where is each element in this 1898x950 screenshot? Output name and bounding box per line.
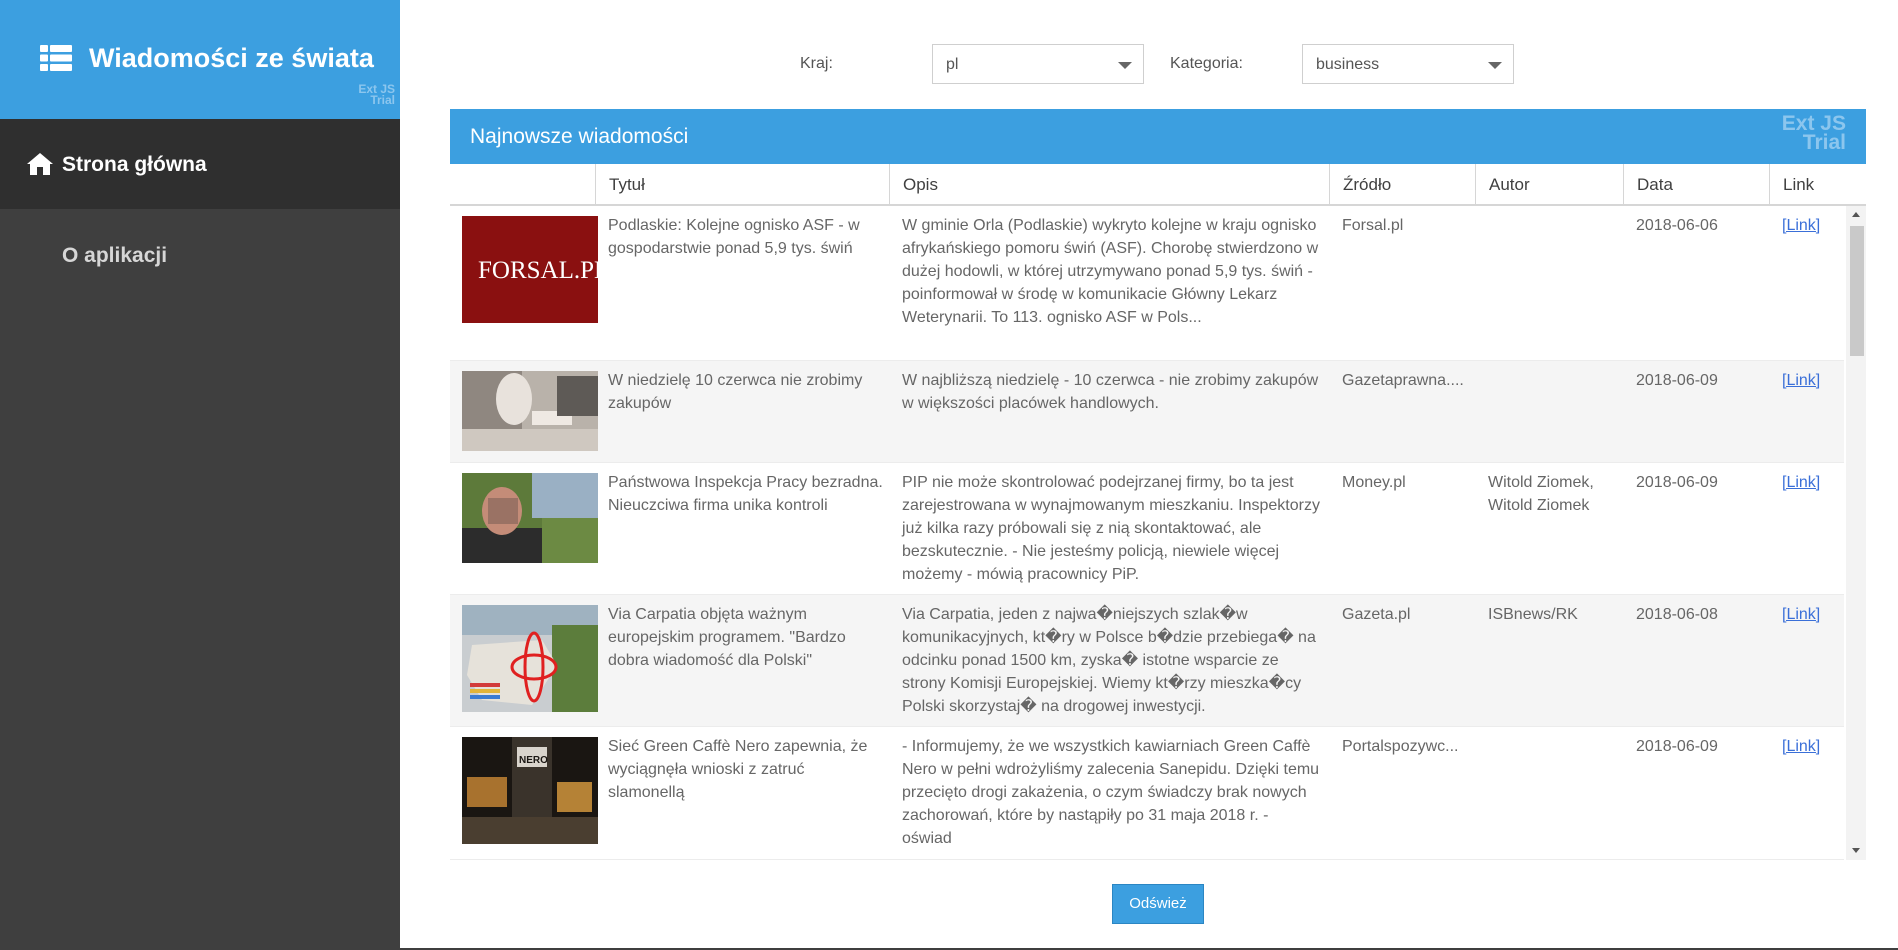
grid-title: Najnowsze wiadomości	[470, 125, 689, 148]
country-select-value: pl	[946, 56, 959, 73]
article-link[interactable]: [Link]	[1782, 603, 1820, 626]
article-description: PIP nie może skontrolować podejrzanej fi…	[902, 474, 1320, 583]
column-header-date[interactable]: Data	[1624, 164, 1770, 204]
column-header-description[interactable]: Opis	[890, 164, 1330, 204]
list-icon	[40, 45, 72, 71]
news-grid: Najnowsze wiadomości Ext JS Trial Tytuł …	[450, 109, 1866, 860]
home-icon	[27, 153, 53, 175]
column-header-title[interactable]: Tytuł	[596, 164, 890, 204]
chevron-down-icon[interactable]	[1488, 62, 1502, 69]
column-header-link[interactable]: Link	[1770, 164, 1866, 204]
article-title: Państwowa Inspekcja Pracy bezradna. Nieu…	[608, 474, 883, 514]
column-headers: Tytuł Opis Źródło Autor Data Link	[450, 164, 1866, 206]
article-author: Witold Ziomek, Witold Ziomek	[1488, 474, 1594, 514]
svg-text:FORSAL.PL: FORSAL.PL	[478, 257, 598, 284]
svg-text:NERO: NERO	[519, 755, 548, 766]
article-author: ISBnews/RK	[1488, 606, 1578, 623]
category-select-value: business	[1316, 56, 1380, 73]
chevron-down-icon[interactable]	[1118, 62, 1132, 69]
article-source: Gazeta.pl	[1342, 606, 1411, 623]
article-title: W niedzielę 10 czerwca nie zrobimy zakup…	[608, 372, 863, 412]
sidebar: Wiadomości ze świata Ext JS Trial Strona…	[0, 0, 400, 950]
nav-item-home-label: Strona główna	[62, 153, 207, 176]
country-label: Kraj:	[800, 55, 833, 72]
scrollbar-thumb[interactable]	[1850, 226, 1864, 356]
column-header-image[interactable]	[450, 164, 596, 204]
article-source: Forsal.pl	[1342, 217, 1404, 234]
article-description: - Informujemy, że we wszystkich kawiarni…	[902, 738, 1320, 847]
article-thumbnail: FORSAL.PL	[462, 216, 598, 323]
table-row[interactable]: FORSAL.PL Podlaskie: Kolejne ognisko ASF…	[450, 206, 1844, 361]
scroll-down-icon[interactable]	[1852, 848, 1860, 853]
trial-watermark: Ext JS Trial	[1781, 112, 1846, 154]
column-header-source[interactable]: Źródło	[1330, 164, 1476, 204]
article-date: 2018-06-09	[1636, 372, 1718, 389]
app-header: Wiadomości ze świata Ext JS Trial	[0, 0, 400, 119]
scroll-up-icon[interactable]	[1852, 212, 1860, 217]
article-link[interactable]: [Link]	[1782, 735, 1820, 758]
table-row[interactable]: Via Carpatia objęta ważnym europejskim p…	[450, 595, 1844, 727]
article-date: 2018-06-09	[1636, 474, 1718, 491]
article-title: Via Carpatia objęta ważnym europejskim p…	[608, 606, 846, 669]
article-source: Portalspozywc...	[1342, 738, 1459, 755]
table-row[interactable]: W niedzielę 10 czerwca nie zrobimy zakup…	[450, 361, 1844, 463]
category-select[interactable]: business	[1302, 44, 1514, 84]
table-row[interactable]: NERO Sieć Green Caffè Nero zapewnia, że …	[450, 727, 1844, 860]
category-label: Kategoria:	[1170, 55, 1243, 72]
article-thumbnail	[462, 371, 598, 451]
article-link[interactable]: [Link]	[1782, 214, 1820, 237]
table-row[interactable]: Państwowa Inspekcja Pracy bezradna. Nieu…	[450, 463, 1844, 595]
article-thumbnail: NERO	[462, 737, 598, 844]
article-thumbnail	[462, 605, 598, 712]
article-thumbnail	[462, 473, 598, 563]
nav-item-home[interactable]: Strona główna	[0, 119, 400, 209]
nav-item-about-label: O aplikacji	[62, 244, 168, 267]
article-title: Sieć Green Caffè Nero zapewnia, że wycią…	[608, 738, 868, 801]
trial-watermark: Ext JS Trial	[358, 82, 395, 107]
article-link[interactable]: [Link]	[1782, 369, 1820, 392]
article-link[interactable]: [Link]	[1782, 471, 1820, 494]
article-date: 2018-06-09	[1636, 738, 1718, 755]
nav-item-about[interactable]: O aplikacji	[0, 209, 400, 299]
article-title: Podlaskie: Kolejne ognisko ASF - w gospo…	[608, 217, 860, 257]
article-description: W najbliższą niedzielę - 10 czerwca - ni…	[902, 372, 1319, 412]
country-select[interactable]: pl	[932, 44, 1144, 84]
article-source: Gazetaprawna....	[1342, 372, 1464, 389]
article-date: 2018-06-06	[1636, 217, 1718, 234]
column-header-author[interactable]: Autor	[1476, 164, 1624, 204]
grid-scrollbar[interactable]	[1846, 206, 1866, 860]
article-description: W gminie Orla (Podlaskie) wykryto kolejn…	[902, 217, 1319, 326]
grid-body: FORSAL.PL Podlaskie: Kolejne ognisko ASF…	[450, 206, 1844, 860]
article-source: Money.pl	[1342, 474, 1406, 491]
article-date: 2018-06-08	[1636, 606, 1718, 623]
article-description: Via Carpatia, jeden z najwa�niejszych sz…	[902, 606, 1316, 715]
refresh-button[interactable]: Odśwież	[1112, 884, 1204, 924]
grid-header: Najnowsze wiadomości Ext JS Trial	[450, 109, 1866, 164]
app-title: Wiadomości ze świata	[89, 43, 374, 73]
